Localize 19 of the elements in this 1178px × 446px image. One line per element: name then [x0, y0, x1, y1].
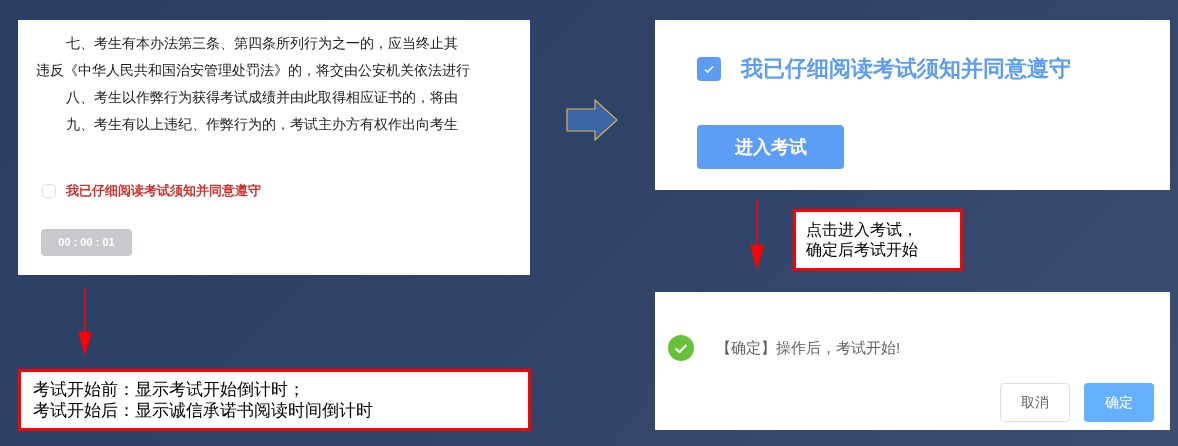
checkbox[interactable] [42, 183, 56, 198]
down-arrow-icon [78, 288, 92, 356]
confirm-button[interactable]: 确定 [1084, 383, 1154, 422]
right-arrow-icon [566, 99, 618, 141]
callout-text: 确定后考试开始 [806, 240, 919, 260]
enter-exam-button[interactable]: 进入考试 [697, 125, 844, 169]
agreement-label: 我已仔细阅读考试须知并同意遵守 [66, 182, 261, 200]
notice-paragraph: 九、考生有以上违纪、作弊行为的，考试主办方有权作出向考生 [65, 115, 459, 133]
success-check-icon [668, 335, 694, 361]
callout-text: 考试开始后：显示诚信承诺书阅读时间倒计时 [33, 400, 374, 422]
agreement-label: 我已仔细阅读考试须知并同意遵守 [741, 55, 1071, 83]
dialog-message: 【确定】操作后，考试开始! [716, 337, 901, 358]
cancel-button[interactable]: 取消 [1000, 383, 1070, 422]
notice-paragraph: 七、考生有本办法第三条、第四条所列行为之一的，应当终止其 [65, 34, 459, 52]
notice-paragraph: 八、考生以作弊行为获得考试成绩并由此取得相应证书的，将由 [65, 88, 459, 106]
callout-text: 考试开始前：显示考试开始倒计时； [33, 378, 306, 400]
callout-text: 点击进入考试， [806, 220, 919, 240]
checkbox[interactable] [697, 56, 721, 81]
notice-paragraph: 违反《中华人民共和国治安管理处罚法》的，将交由公安机关依法进行 [36, 61, 471, 79]
